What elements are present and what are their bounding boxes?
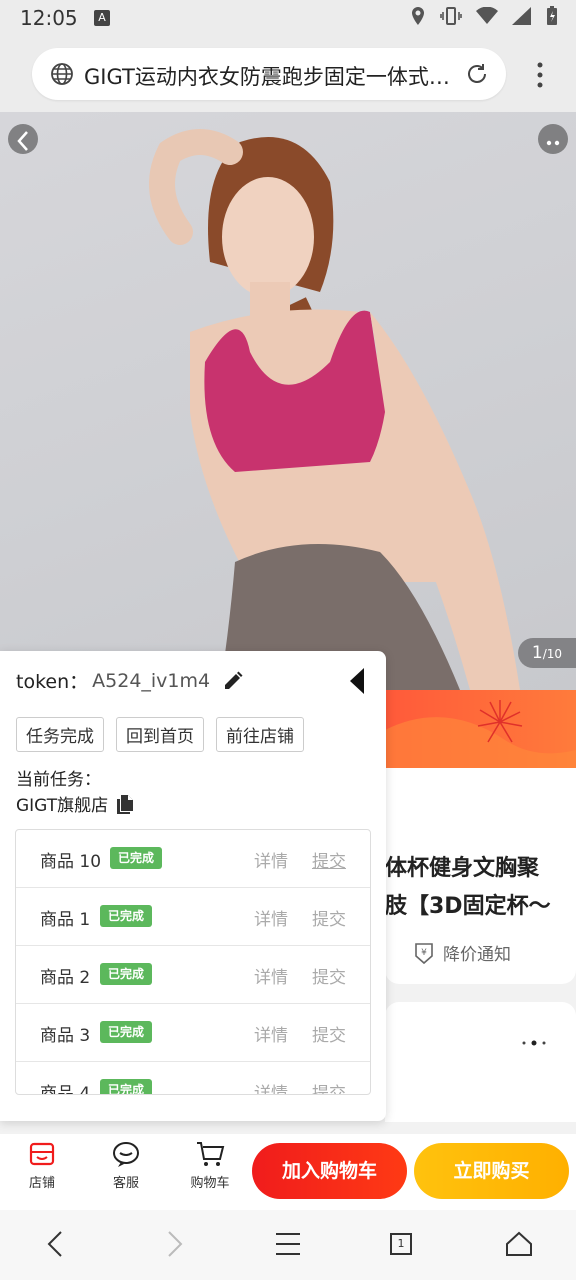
submit-link[interactable]: 提交 [312,905,346,930]
tabs-button[interactable]: 1 [390,1233,412,1255]
current-task-store: GIGT旗舰店 [16,791,134,816]
location-icon [412,7,424,25]
home-button[interactable]: 回到首页 [116,717,204,752]
submit-link[interactable]: 提交 [312,963,346,988]
buy-now-button[interactable]: 立即购买 [414,1143,569,1199]
status-badge: 已完成 [100,1079,153,1094]
back-button[interactable] [8,124,38,154]
status-time: 12:05 [20,6,78,30]
product-title-line2: 肢【3D固定杯〜 [385,894,551,919]
submit-link[interactable]: 提交 [312,1079,346,1094]
product-info-card: 体杯健身文胸聚 肢【3D固定杯〜 ¥ 降价通知 [385,768,576,984]
accessibility-icon: A [94,10,110,26]
task-panel: token： A524_iv1m4 任务完成 回到首页 前往店铺 当前任务： G… [0,651,386,1121]
service-nav-label: 客服 [112,1176,139,1191]
go-to-store-button[interactable]: 前往店铺 [216,717,304,752]
vibrate-icon [440,7,462,25]
token-value: A524_iv1m4 [92,669,211,692]
collapse-panel-icon[interactable] [348,667,366,695]
status-icons [410,6,558,26]
image-counter-total: /10 [542,647,563,661]
svg-text:¥: ¥ [421,948,427,958]
table-row: 商品 1 已完成 详情 提交 [16,888,370,946]
product-task-list[interactable]: 商品 10 已完成 详情 提交 商品 1 已完成 详情 提交 商品 2 已完成 … [15,829,371,1095]
table-row: 商品 4 已完成 详情 提交 [16,1062,370,1095]
status-badge: 已完成 [100,963,153,985]
tab-count: 1 [390,1233,412,1255]
status-badge: 已完成 [100,905,153,927]
battery-icon [547,6,557,25]
token-label: token： [16,671,89,693]
price-tag-icon: ¥ [415,942,433,964]
product-action-bar: 店铺 客服 购物车 加入购物车 立即购买 [0,1134,576,1210]
carousel-dots-icon [522,1040,546,1046]
copy-icon[interactable] [116,794,134,814]
row-name: 商品 2 [40,968,91,988]
system-nav-bar: 1 [0,1210,576,1280]
home-icon[interactable] [505,1230,533,1258]
store-icon [29,1142,55,1166]
detail-link[interactable]: 详情 [254,1079,288,1094]
product-image[interactable]: 1/10 [0,112,576,690]
customer-service-icon [113,1142,139,1167]
table-row: 商品 10 已完成 详情 提交 [16,830,370,888]
menu-icon[interactable] [274,1230,302,1258]
status-badge: 已完成 [110,847,163,869]
submit-link[interactable]: 提交 [312,1021,346,1046]
detail-link[interactable]: 详情 [254,847,288,872]
row-name: 商品 10 [40,852,102,872]
current-task-label: 当前任务： [16,770,101,790]
detail-link[interactable]: 详情 [254,963,288,988]
status-bar: 12:05 A [0,0,576,38]
edit-pencil-icon[interactable] [222,670,244,692]
table-row: 商品 2 已完成 详情 提交 [16,946,370,1004]
task-complete-button[interactable]: 任务完成 [16,717,104,752]
wifi-icon [476,7,498,24]
promo-banner[interactable] [385,690,576,768]
firework-icon [385,700,576,768]
signal-icon [512,7,531,25]
product-options-card [385,1002,576,1122]
page-title[interactable]: GIGT运动内衣女防震跑步固定一体式健身文胸聚拢 [84,61,454,91]
globe-icon [51,63,73,85]
action-buttons: 任务完成 回到首页 前往店铺 [16,717,304,752]
row-name: 商品 4 [40,1084,91,1095]
submit-link[interactable]: 提交 [312,847,346,872]
table-row: 商品 3 已完成 详情 提交 [16,1004,370,1062]
price-alert-button[interactable]: ¥ 降价通知 [413,940,511,965]
cart-nav-label: 购物车 [190,1176,230,1191]
address-bar[interactable]: GIGT运动内衣女防震跑步固定一体式健身文胸聚拢 [32,48,506,100]
store-nav-button[interactable]: 店铺 [12,1140,72,1191]
image-counter: 1/10 [518,638,576,668]
browser-toolbar: GIGT运动内衣女防震跑步固定一体式健身文胸聚拢 [0,38,576,112]
product-title-line1: 体杯健身文胸聚 [385,856,540,881]
detail-link[interactable]: 详情 [254,1021,288,1046]
row-name: 商品 1 [40,910,91,930]
token-row: token： A524_iv1m4 [16,667,244,694]
reload-icon[interactable] [464,61,490,87]
add-to-cart-button[interactable]: 加入购物车 [252,1143,407,1199]
row-name: 商品 3 [40,1026,91,1046]
more-dots-icon [546,140,560,146]
service-nav-button[interactable]: 客服 [96,1140,156,1191]
more-options-button[interactable] [538,124,568,154]
back-icon[interactable] [44,1230,68,1258]
detail-link[interactable]: 详情 [254,905,288,930]
product-title: 体杯健身文胸聚 肢【3D固定杯〜 [385,850,551,926]
shopping-cart-icon [197,1142,225,1166]
status-badge: 已完成 [100,1021,153,1043]
image-counter-current: 1 [531,643,543,663]
store-nav-label: 店铺 [28,1176,55,1191]
product-photo [149,129,520,690]
more-menu-icon[interactable] [536,62,544,88]
forward-icon[interactable] [162,1230,186,1258]
price-alert-label: 降价通知 [443,945,511,965]
store-name: GIGT旗舰店 [16,796,109,816]
cart-nav-button[interactable]: 购物车 [180,1140,240,1191]
back-arrow-icon [17,131,28,151]
